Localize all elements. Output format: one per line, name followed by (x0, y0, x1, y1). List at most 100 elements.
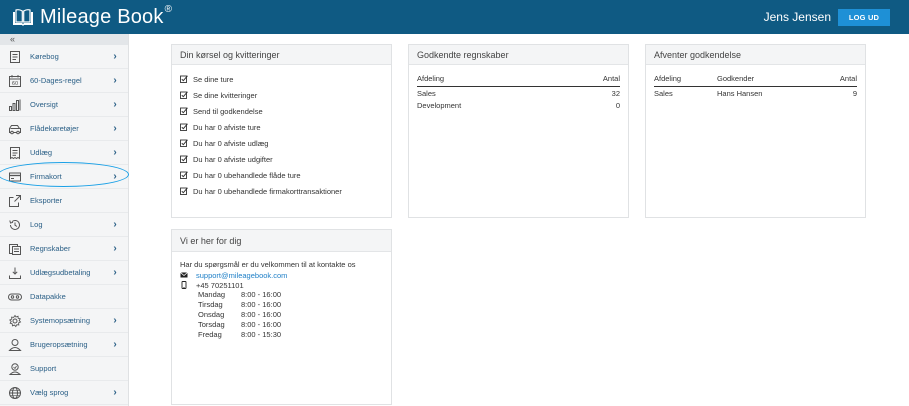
chevron-right-icon: › (113, 123, 117, 134)
trips-link-label: Send til godkendelse (193, 106, 263, 116)
logout-button[interactable]: LOG UD (838, 9, 890, 26)
hours-row: Tirsdag 8:00 - 16:00 (180, 300, 383, 310)
envelope-icon (180, 271, 190, 279)
chevron-right-icon: › (113, 387, 117, 398)
hours-row: Torsdag 8:00 - 16:00 (180, 320, 383, 330)
sidebar-item-label: Datapakke (30, 292, 66, 301)
table-cell: Hans Hansen (717, 89, 763, 98)
support-icon (8, 362, 22, 376)
weekday: Torsdag (198, 320, 225, 329)
chevron-right-icon: › (113, 315, 117, 326)
sidebar-item-eksporter[interactable]: Eksporter (0, 189, 128, 213)
trips-link[interactable]: Du har 0 afviste udlæg (180, 135, 383, 151)
trips-link-label: Se dine kvitteringer (193, 90, 258, 100)
table-cell: 32 (611, 89, 620, 98)
column-header: Godkender (717, 73, 819, 87)
chevron-right-icon: › (113, 171, 117, 182)
sidebar-item-label: Oversigt (30, 100, 58, 109)
table-row[interactable]: Sales 32 (417, 87, 620, 100)
sidebar-item-label: Regnskaber (30, 244, 71, 253)
sidebar-item-flådekøretøjer[interactable]: Flådekøretøjer › (0, 117, 128, 141)
contact-card-title: Vi er her for dig (172, 230, 391, 252)
trips-link-label: Du har 0 ubehandlede flåde ture (193, 170, 301, 180)
trips-link[interactable]: Se dine ture (180, 71, 383, 87)
pending-table: Afdeling Godkender Antal Sales Hans Hanse… (654, 73, 857, 99)
trips-link[interactable]: Du har 0 afviste udgifter (180, 151, 383, 167)
logo-text: Mileage Book (40, 5, 164, 28)
sidebar-item-label: 60-Dages-regel (30, 76, 82, 85)
support-email-link[interactable]: support@mileagebook.com (196, 271, 287, 280)
sidebar-item-log[interactable]: Log › (0, 213, 128, 237)
sidebar-item-label: Vælg sprog (30, 388, 69, 397)
sidebar-item-label: Log (30, 220, 43, 229)
sidebar-item-label: Udlæg (30, 148, 53, 157)
sidebar-item-support[interactable]: Support (0, 357, 128, 381)
checklist-icon (180, 171, 193, 179)
user-icon (8, 338, 22, 352)
hours-row: Mandag 8:00 - 16:00 (180, 290, 383, 300)
pending-card: Afventer godkendelse Afdeling Godkender … (645, 44, 866, 218)
time-range: 8:00 - 15:30 (241, 330, 282, 339)
user-name: Jens Jensen (763, 10, 831, 24)
table-row[interactable]: Development 0 (417, 99, 620, 111)
contact-intro: Har du spørgsmål er du velkommen til at … (180, 260, 356, 269)
hours-row: Onsdag 8:00 - 16:00 (180, 310, 383, 320)
chevron-right-icon: › (113, 147, 117, 158)
trips-list: Se dine ture Se dine kvitteringer Send til… (172, 65, 391, 207)
package-icon (8, 290, 22, 304)
chevron-right-icon: › (113, 51, 117, 62)
chevron-right-icon: › (113, 219, 117, 230)
sidebar-item-label: Kørebog (30, 52, 59, 61)
trips-link[interactable]: Du har 0 ubehandlede firmakorttransaktio… (180, 183, 383, 199)
weekday: Tirsdag (198, 300, 223, 309)
sidebar-item-brugeropsætning[interactable]: Brugeropsætning › (0, 333, 128, 357)
logo[interactable]: Mileage Book ® (12, 4, 172, 29)
trips-link[interactable]: Se dine kvitteringer (180, 87, 383, 103)
sidebar: « Kørebog › 60 60-Dages-regel › Oversigt › Flåd… (0, 34, 129, 406)
credit-card-icon (8, 170, 22, 184)
table-cell: Development (417, 101, 462, 110)
sidebar-item-vælg-sprog[interactable]: Vælg sprog › (0, 381, 128, 405)
trips-card: Din kørsel og kvitteringer Se dine ture S… (171, 44, 392, 218)
trips-link[interactable]: Du har 0 ubehandlede flåde ture (180, 167, 383, 183)
receipt-icon (8, 146, 22, 160)
sidebar-item-label: Flådekøretøjer (30, 124, 79, 133)
sidebar-item-regnskaber[interactable]: Regnskaber › (0, 237, 128, 261)
checklist-icon (180, 139, 193, 147)
trips-link-label: Du har 0 afviste udlæg (193, 138, 269, 148)
ledger-icon (8, 242, 22, 256)
table-cell: Sales (654, 89, 673, 98)
sidebar-item-udlæg[interactable]: Udlæg › (0, 141, 128, 165)
table-row[interactable]: Sales Hans Hansen 9 (654, 87, 857, 100)
sidebar-item-firmakort[interactable]: Firmakort › (0, 162, 129, 189)
sidebar-item-label: Brugeropsætning (30, 340, 88, 349)
weekday: Mandag (198, 290, 226, 299)
time-range: 8:00 - 16:00 (241, 320, 282, 329)
chevron-right-icon: › (113, 243, 117, 254)
column-header: Antal (818, 73, 857, 87)
sidebar-item-systemopsætning[interactable]: Systemopsætning › (0, 309, 128, 333)
sidebar-item-oversigt[interactable]: Oversigt › (0, 93, 128, 117)
checklist-icon (180, 91, 193, 99)
globe-icon (8, 386, 22, 400)
sidebar-collapse-toggle[interactable]: « (0, 34, 128, 45)
sidebar-item-kørebog[interactable]: Kørebog › (0, 45, 128, 69)
column-header: Afdeling (654, 73, 717, 87)
trips-link-label: Se dine ture (193, 74, 234, 84)
contact-card: Vi er her for dig Har du spørgsmål er du… (171, 229, 392, 405)
sidebar-item-60-dages-regel[interactable]: 60 60-Dages-regel › (0, 69, 128, 93)
checklist-icon (180, 123, 193, 131)
checklist-icon (180, 187, 193, 195)
trips-card-title: Din kørsel og kvitteringer (172, 45, 391, 65)
top-bar: Mileage Book ® Jens Jensen LOG UD (0, 0, 909, 34)
sidebar-item-datapakke[interactable]: Datapakke (0, 285, 128, 309)
time-range: 8:00 - 16:00 (241, 310, 282, 319)
table-cell: Sales (417, 89, 436, 98)
chevron-right-icon: › (113, 99, 117, 110)
trips-link-label: Du har 0 ubehandlede firmakorttransaktio… (193, 186, 342, 196)
trips-link[interactable]: Send til godkendelse (180, 103, 383, 119)
weekday: Fredag (198, 330, 222, 339)
chevron-right-icon: › (113, 339, 117, 350)
trips-link[interactable]: Du har 0 afviste ture (180, 119, 383, 135)
sidebar-item-udlægsudbetaling[interactable]: Udlægsudbetaling › (0, 261, 128, 285)
